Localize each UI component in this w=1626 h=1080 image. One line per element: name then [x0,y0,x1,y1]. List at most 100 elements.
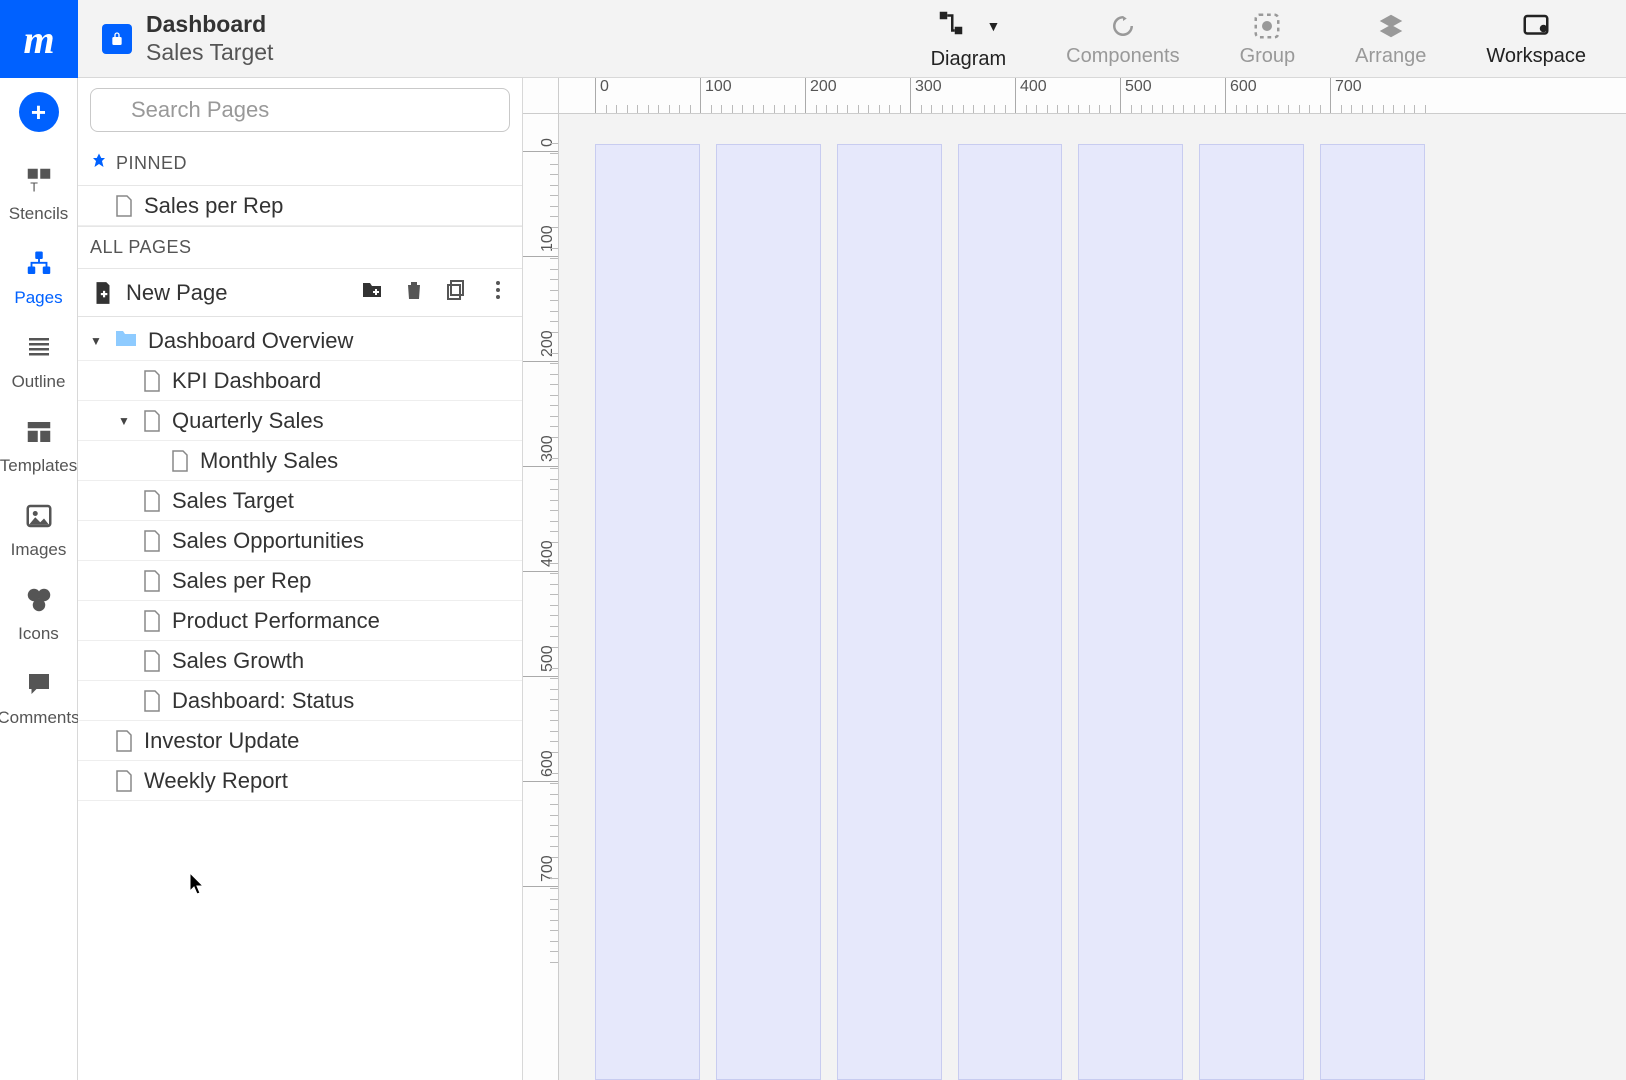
rail-label: Comments [0,708,80,728]
tree-item-label: Monthly Sales [200,448,338,474]
page-tree: ▼ Dashboard Overview KPI Dashboard ▼ Quarter… [78,317,522,801]
page-icon [170,449,190,473]
group-label: Group [1240,45,1296,68]
tree-item-label: KPI Dashboard [172,368,321,394]
page-item[interactable]: Sales Opportunities [78,521,522,561]
arrange-icon [1376,11,1406,41]
comments-icon [21,666,57,702]
left-rail: + T Stencils Pages Outline Templates Ima… [0,78,78,1080]
rail-pages[interactable]: Pages [0,246,77,308]
group-icon [1252,11,1282,41]
page-icon [142,529,162,553]
grid-column [1199,144,1304,1080]
tree-item-label: Sales per Rep [172,568,311,594]
add-button[interactable]: + [19,92,59,132]
page-icon [142,409,162,433]
ruler-tick-major: 200 [805,78,837,114]
new-folder-icon[interactable] [360,278,384,308]
duplicate-icon[interactable] [444,278,468,308]
rail-comments[interactable]: Comments [0,666,77,728]
delete-icon[interactable] [402,278,426,308]
search-input[interactable] [90,88,510,132]
group-button[interactable]: Group [1240,11,1296,68]
page-icon [142,609,162,633]
page-icon [142,649,162,673]
layout-grid [595,144,1425,1080]
rail-label: Images [11,540,67,560]
templates-icon [21,414,57,450]
grid-column [837,144,942,1080]
icons-icon [21,582,57,618]
grid-column [595,144,700,1080]
all-pages-header: ALL PAGES [78,226,522,269]
ruler-tick-major: 500 [1120,78,1152,114]
app-logo[interactable]: m [0,0,78,78]
page-item[interactable]: Sales per Rep [78,561,522,601]
page-item[interactable]: KPI Dashboard [78,361,522,401]
page-icon [142,369,162,393]
new-page-icon[interactable] [90,280,116,306]
rail-label: Pages [14,288,62,308]
page-icon [114,769,134,793]
expand-toggle-icon[interactable]: ▼ [118,414,132,428]
ruler-vertical[interactable]: 0100200300400500600700 [523,114,559,1080]
page-item[interactable]: Product Performance [78,601,522,641]
expand-toggle-icon[interactable]: ▼ [90,334,104,348]
rail-stencils[interactable]: T Stencils [0,162,77,224]
more-icon[interactable] [486,278,510,308]
artboard[interactable] [559,114,1626,1080]
rail-images[interactable]: Images [0,498,77,560]
rail-label: Icons [18,624,59,644]
pages-panel: PINNED Sales per Rep ALL PAGES New Page … [78,78,523,1080]
page-item[interactable]: Dashboard: Status [78,681,522,721]
ruler-tick-major: 400 [1015,78,1047,114]
new-page-label[interactable]: New Page [126,280,228,306]
tree-item-label: Investor Update [144,728,299,754]
folder-icon [114,328,138,354]
page-item[interactable]: Sales Growth [78,641,522,681]
canvas-area: 0100200300400500600700 01002003004005006… [523,78,1626,1080]
components-label: Components [1066,45,1179,68]
breadcrumb-current[interactable]: Sales Target [146,39,273,67]
title-block: Dashboard Sales Target [78,0,273,77]
ruler-tick-major: 0 [595,78,609,114]
ruler-tick-major: 700 [1330,78,1362,114]
breadcrumb-parent[interactable]: Dashboard [146,11,273,39]
page-item[interactable]: Weekly Report [78,761,522,801]
page-item[interactable]: ▼ Quarterly Sales [78,401,522,441]
lock-icon[interactable] [102,24,132,54]
diagram-dropdown[interactable]: ▼ Diagram [931,8,1007,71]
folder-item[interactable]: ▼ Dashboard Overview [78,321,522,361]
top-bar: m Dashboard Sales Target ▼ Diagram Compo… [0,0,1626,78]
tree-item-label: Dashboard Overview [148,328,353,354]
pages-icon [21,246,57,282]
ruler-horizontal[interactable]: 0100200300400500600700 [559,78,1626,114]
ruler-corner [523,78,559,114]
rail-label: Templates [0,456,77,476]
components-button[interactable]: Components [1066,11,1179,68]
arrange-button[interactable]: Arrange [1355,11,1426,68]
grid-column [716,144,821,1080]
tree-item-label: Quarterly Sales [172,408,324,434]
rail-outline[interactable]: Outline [0,330,77,392]
tree-item-label: Product Performance [172,608,380,634]
page-item[interactable]: Sales Target [78,481,522,521]
page-icon [142,569,162,593]
grid-column [1320,144,1425,1080]
arrange-label: Arrange [1355,45,1426,68]
rail-templates[interactable]: Templates [0,414,77,476]
pin-icon [90,152,108,175]
rail-icons[interactable]: Icons [0,582,77,644]
tree-item-label: Sales Opportunities [172,528,364,554]
tree-item-label: Dashboard: Status [172,688,354,714]
outline-icon [21,330,57,366]
page-item[interactable]: Monthly Sales [78,441,522,481]
workspace-button[interactable]: Workspace [1486,11,1586,68]
new-page-row: New Page [78,269,522,317]
rail-label: Outline [12,372,66,392]
workspace-label: Workspace [1486,45,1586,68]
pinned-item[interactable]: Sales per Rep [78,186,522,226]
pinned-label: PINNED [116,153,187,174]
diagram-label: Diagram [931,48,1007,71]
page-item[interactable]: Investor Update [78,721,522,761]
